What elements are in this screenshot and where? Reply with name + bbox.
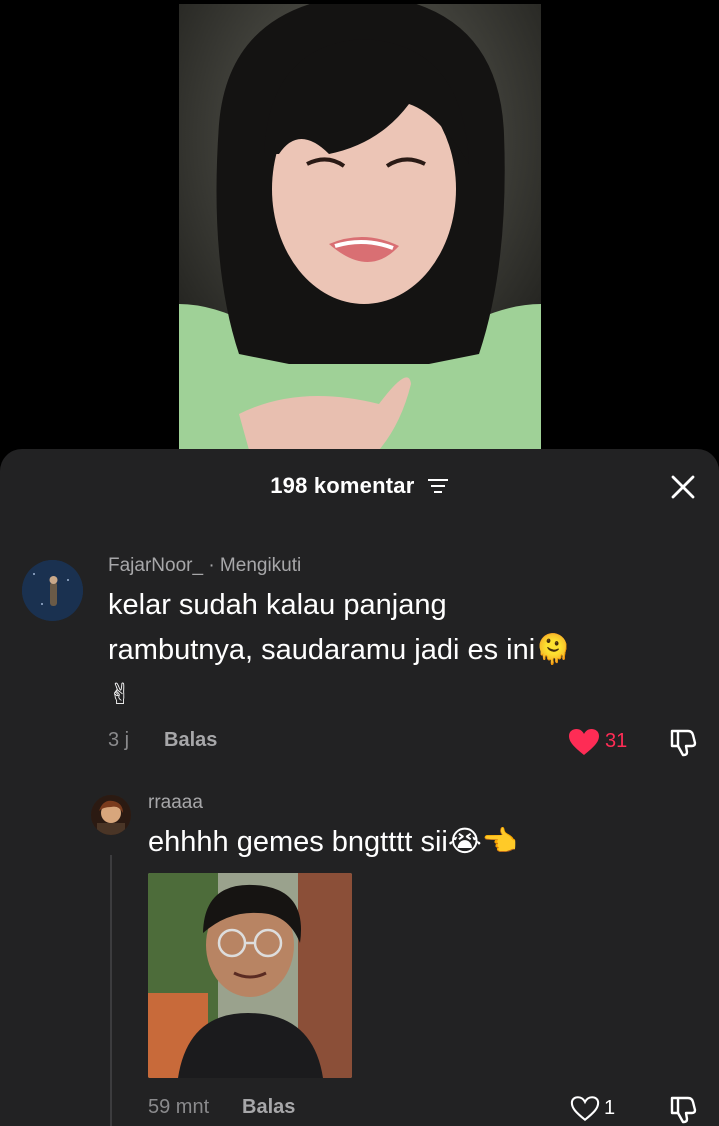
comments-count-label: 198 komentar: [270, 473, 415, 498]
comments-sheet: 198 komentar FajarNoor_ · Mengikuti kela…: [0, 449, 719, 1126]
filter-icon[interactable]: [427, 477, 449, 495]
like-count: 31: [605, 730, 628, 752]
avatar[interactable]: [22, 560, 83, 621]
melting-face-emoji: 🫠: [535, 632, 572, 666]
reply-timestamp: 59 mnt: [148, 1096, 210, 1118]
video-frame[interactable]: [179, 4, 541, 450]
reply-avatar[interactable]: [91, 795, 131, 835]
comment-text-line: rambutnya, saudaramu jadi es ini🫠: [108, 632, 572, 666]
like-count: 1: [604, 1097, 616, 1119]
video-player[interactable]: [0, 0, 719, 460]
thread-line: [110, 855, 112, 1126]
comment-text: kelar sudah kalau panjang rambutnya, sau…: [108, 583, 688, 716]
comments-header: 198 komentar: [0, 449, 719, 525]
comment-text-line: kelar sudah kalau panjang: [108, 589, 447, 621]
comment-username[interactable]: FajarNoor_: [108, 555, 203, 576]
reply-text: ehhhh gemes bngtttt sii😭👈: [148, 819, 668, 864]
video-thumbnail: [179, 4, 541, 450]
heart-filled-icon: [569, 729, 599, 755]
reply-button[interactable]: Balas: [164, 729, 217, 752]
reply-username[interactable]: rraaaa: [148, 792, 203, 814]
victory-hand-emoji: ✌: [108, 677, 133, 711]
avatar-image: [91, 795, 131, 835]
close-icon[interactable]: [670, 474, 696, 500]
dislike-icon[interactable]: [668, 727, 698, 757]
comments-count-title[interactable]: 198 komentar: [0, 473, 719, 499]
pointing-hand-emoji: 👈: [481, 824, 518, 858]
crying-face-emoji: 😭: [447, 824, 482, 858]
reply-button[interactable]: Balas: [242, 1096, 295, 1119]
comment-timestamp: 3 j: [108, 729, 130, 751]
following-badge: · Mengikuti: [208, 555, 302, 576]
reply-image-attachment[interactable]: [148, 873, 352, 1078]
reply-text-content: ehhhh gemes bngtttt sii: [148, 826, 448, 858]
comment-username-line[interactable]: FajarNoor_ · Mengikuti: [108, 555, 301, 577]
reply-photo: [148, 873, 352, 1078]
dislike-icon[interactable]: [668, 1094, 698, 1124]
avatar-image: [22, 560, 83, 621]
heart-outline-icon: [570, 1096, 600, 1122]
